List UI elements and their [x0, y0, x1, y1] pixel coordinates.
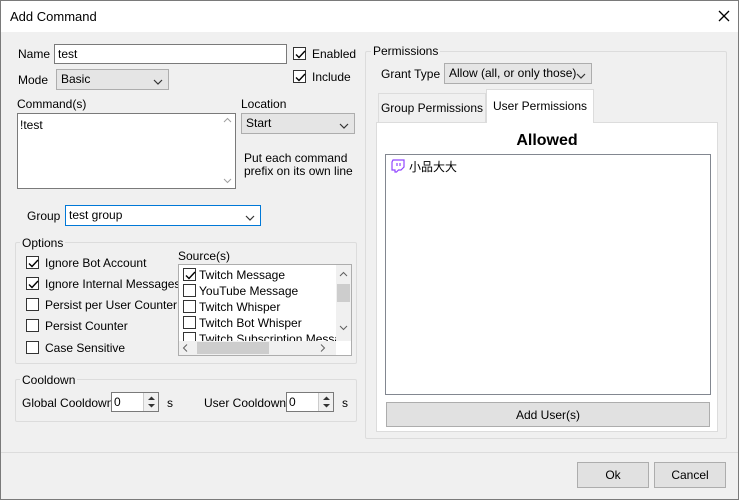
user-cooldown-label: User Cooldown [204, 396, 287, 410]
source-checkbox[interactable] [183, 284, 196, 297]
global-cooldown-value: 0 [114, 395, 121, 409]
add-users-button[interactable]: Add User(s) [386, 402, 710, 427]
commands-scrollbar[interactable] [220, 114, 235, 188]
persist-per-user-counter-checkbox[interactable] [26, 298, 39, 311]
source-checkbox[interactable] [183, 332, 196, 341]
chevron-down-icon [576, 69, 586, 79]
ignore-bot-account-checkbox[interactable] [26, 256, 39, 269]
options-title: Options [20, 236, 66, 250]
sources-checklist-viewport: Twitch Message YouTube Message Twitch Wh… [179, 265, 336, 341]
group-combobox[interactable]: test group [65, 205, 261, 226]
global-cooldown-label: Global Cooldown [22, 396, 114, 410]
global-cooldown-unit: s [167, 396, 173, 410]
sources-checklist[interactable]: Twitch Message YouTube Message Twitch Wh… [178, 264, 352, 356]
name-input[interactable]: test [54, 44, 287, 64]
group-label: Group [27, 209, 61, 223]
stepper-arrows-icon[interactable] [143, 393, 158, 411]
source-item-label: Twitch Bot Whisper [199, 316, 302, 330]
sources-horizontal-scrollbar[interactable] [179, 341, 336, 355]
allowed-user-name: 小品大大 [409, 160, 458, 174]
title-bar: Add Command [1, 1, 738, 32]
location-hint-line-1: Put each command [244, 151, 348, 165]
allowed-heading: Allowed [516, 132, 578, 149]
mode-select-value: Basic [61, 72, 91, 86]
source-checkbox[interactable] [183, 300, 196, 313]
global-cooldown-stepper[interactable]: 0 [111, 392, 159, 412]
location-select-value: Start [246, 116, 272, 130]
include-checkbox[interactable] [293, 70, 306, 83]
source-checkbox[interactable] [183, 268, 196, 281]
user-cooldown-stepper[interactable]: 0 [286, 392, 334, 412]
persist-counter-checkbox[interactable] [26, 319, 39, 332]
commands-text: !test [20, 118, 43, 132]
sources-vertical-scrollbar[interactable] [336, 265, 351, 341]
persist-per-user-counter-label: Persist per User Counter [45, 298, 178, 312]
grant-type-label: Grant Type [381, 67, 441, 81]
tab-group-permissions[interactable]: Group Permissions [378, 93, 486, 122]
location-label: Location [241, 97, 287, 111]
ignore-internal-messages-label: Ignore Internal Messages [45, 277, 181, 291]
sources-label: Source(s) [178, 249, 231, 263]
ok-button[interactable]: Ok [577, 462, 649, 488]
mode-label: Mode [18, 73, 49, 87]
include-label: Include [312, 70, 351, 84]
close-icon[interactable] [715, 7, 733, 25]
location-hint-line-2: prefix on its own line [244, 164, 353, 178]
grant-type-select[interactable]: Allow (all, or only those) [444, 63, 592, 84]
stepper-arrows-icon[interactable] [318, 393, 333, 411]
allowed-users-list[interactable]: 小品大大 [385, 154, 711, 395]
commands-textarea[interactable]: !test [17, 113, 236, 189]
name-label: Name [18, 47, 51, 61]
source-item-label: Twitch Whisper [199, 300, 281, 314]
source-checkbox[interactable] [183, 316, 196, 329]
footer-divider [1, 452, 738, 453]
source-item-label: YouTube Message [199, 284, 299, 298]
chevron-down-icon [153, 75, 163, 85]
chevron-down-icon [245, 211, 255, 221]
cancel-button[interactable]: Cancel [654, 462, 726, 488]
user-cooldown-value: 0 [289, 395, 296, 409]
cooldown-title: Cooldown [20, 373, 78, 387]
mode-select[interactable]: Basic [56, 69, 169, 90]
enabled-checkbox[interactable] [293, 47, 306, 60]
chevron-down-icon [339, 119, 349, 129]
commands-label: Command(s) [17, 97, 87, 111]
ignore-internal-messages-checkbox[interactable] [26, 277, 39, 290]
source-item-label: Twitch Message [199, 268, 286, 282]
user-cooldown-unit: s [342, 396, 348, 410]
case-sensitive-label: Case Sensitive [45, 341, 126, 355]
window-title: Add Command [10, 9, 97, 24]
add-command-dialog: Add Command Name test Enabled Mode Basic… [0, 0, 739, 500]
grant-type-select-value: Allow (all, or only those) [449, 66, 577, 80]
ignore-bot-account-label: Ignore Bot Account [45, 256, 147, 270]
case-sensitive-checkbox[interactable] [26, 341, 39, 354]
persist-counter-label: Persist Counter [45, 319, 128, 333]
permissions-title: Permissions [371, 44, 441, 58]
twitch-icon [391, 159, 405, 173]
source-item-label: Twitch Subscription Message [199, 332, 336, 341]
location-select[interactable]: Start [241, 113, 355, 134]
enabled-label: Enabled [312, 47, 357, 61]
group-combobox-value: test group [69, 208, 123, 222]
tab-user-permissions[interactable]: User Permissions [486, 89, 594, 123]
